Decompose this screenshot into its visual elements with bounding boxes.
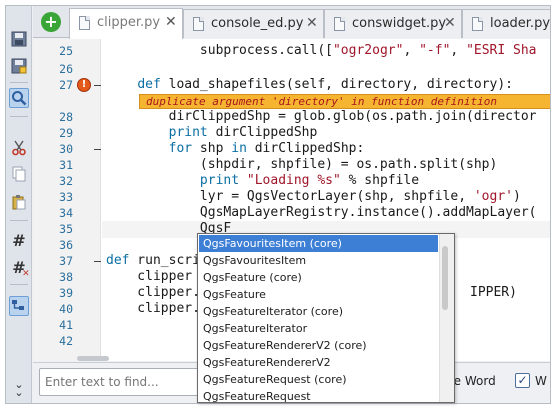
completion-scrollbar-thumb[interactable] bbox=[442, 246, 448, 310]
completion-item[interactable]: QgsFeatureIterator (core) bbox=[199, 303, 438, 320]
tab-label: conswidget.py bbox=[352, 16, 447, 31]
close-icon[interactable]: ✕ bbox=[165, 14, 177, 30]
code-line-25: subprocess.call(["ogr2ogr", "-f", "ESRI … bbox=[106, 43, 537, 58]
tab-label: clipper.py bbox=[97, 15, 161, 30]
tab-label: console_ed.py bbox=[211, 16, 304, 31]
completion-item[interactable]: QgsFeatureRendererV2 bbox=[199, 354, 438, 371]
python-file-icon bbox=[334, 17, 345, 31]
line-number: 42 bbox=[59, 334, 73, 348]
line-number: 31 bbox=[59, 158, 73, 172]
tab-clipper[interactable]: clipper.py ✕ bbox=[69, 8, 183, 39]
completion-item[interactable]: QgsFavouritesItem bbox=[199, 252, 438, 269]
uncomment-icon[interactable]: # ✕ bbox=[9, 257, 29, 279]
completion-item[interactable]: QgsFavouritesItem (core) bbox=[199, 235, 438, 252]
line-number: 41 bbox=[59, 318, 73, 332]
fold-marker[interactable] bbox=[94, 261, 101, 262]
paste-icon[interactable] bbox=[9, 192, 29, 212]
error-message-banner: duplicate argument 'directory' in functi… bbox=[139, 94, 550, 109]
line-number: 27 bbox=[59, 78, 73, 92]
close-icon[interactable]: ✕ bbox=[444, 15, 456, 31]
code-line-30: for shp in dirClippedShp: bbox=[168, 141, 365, 156]
save-as-icon[interactable] bbox=[9, 56, 29, 76]
line-number: 34 bbox=[59, 206, 73, 220]
fold-marker[interactable] bbox=[94, 149, 101, 150]
python-file-icon bbox=[79, 16, 90, 30]
wrap-label[interactable]: W bbox=[535, 374, 547, 388]
error-marker-icon[interactable]: ! bbox=[77, 78, 91, 92]
autocomplete-popup: QgsFavouritesItem (core) QgsFavouritesIt… bbox=[197, 233, 455, 403]
completion-item[interactable]: QgsFeatureRequest (core) bbox=[199, 371, 438, 388]
line-number: 32 bbox=[59, 174, 73, 188]
line-number: 25 bbox=[59, 44, 73, 58]
horizontal-scrollbar[interactable] bbox=[77, 356, 109, 361]
line-number: 36 bbox=[59, 238, 73, 252]
tab-label: loader.py bbox=[490, 16, 551, 31]
wrap-checkbox[interactable]: ✓ bbox=[515, 373, 530, 388]
completion-item[interactable]: QgsFeatureRendererV2 (core) bbox=[199, 337, 438, 354]
line-number: 26 bbox=[59, 62, 73, 76]
code-line-29: print dirClippedShp bbox=[168, 125, 318, 140]
save-icon[interactable] bbox=[9, 29, 29, 49]
code-line-32: print "Loading %s" % shpfile bbox=[199, 173, 420, 188]
completion-item[interactable]: QgsFeatureIterator bbox=[199, 320, 438, 337]
expand-icon[interactable]: ⌄ ⌄ bbox=[9, 379, 29, 399]
line-number: 40 bbox=[59, 302, 73, 316]
code-line-31: (shpdir, shpfile) = os.path.split(shp) bbox=[106, 157, 498, 172]
find-input[interactable] bbox=[39, 368, 201, 396]
completion-item[interactable]: QgsFeature (core) bbox=[199, 269, 438, 286]
object-inspector-icon[interactable] bbox=[9, 296, 29, 316]
code-line-39: clipper. bbox=[106, 285, 200, 300]
copy-icon[interactable] bbox=[9, 164, 29, 184]
tab-conswidget[interactable]: conswidget.py ✕ bbox=[324, 9, 462, 38]
line-number: 35 bbox=[59, 222, 73, 236]
tab-loader[interactable]: loader.py bbox=[462, 9, 551, 38]
line-number: 39 bbox=[59, 286, 73, 300]
code-line-39-tail: IPPER) bbox=[470, 285, 517, 300]
line-number-gutter: 25 26 27 28 29 30 31 32 33 34 35 36 37 3… bbox=[33, 39, 101, 361]
line-number: 30 bbox=[59, 142, 73, 156]
python-file-icon bbox=[193, 17, 204, 31]
comment-icon[interactable]: # bbox=[9, 230, 29, 250]
python-file-icon bbox=[472, 17, 483, 31]
search-icon[interactable] bbox=[9, 88, 29, 108]
tab-console-ed[interactable]: console_ed.py ✕ bbox=[183, 9, 324, 38]
editor-toolbar: # # ✕ ⌄ ⌄ bbox=[6, 6, 32, 403]
code-line-37: def run_scri bbox=[106, 253, 200, 268]
tab-bar: + clipper.py ✕ console_ed.py ✕ conswidge… bbox=[33, 6, 551, 39]
completion-item[interactable]: QgsFeatureRequest bbox=[199, 388, 438, 402]
completion-item[interactable]: QgsFeature bbox=[199, 286, 438, 303]
code-line-28: dirClippedShp = glob.glob(os.path.join(d… bbox=[106, 109, 537, 124]
line-number: 38 bbox=[59, 270, 73, 284]
fold-marker[interactable] bbox=[94, 85, 101, 86]
line-number: 37 bbox=[59, 254, 73, 268]
code-line-27: def load_shapefiles(self, directory, dir… bbox=[137, 77, 514, 92]
code-line-40: clipper. bbox=[106, 301, 200, 316]
close-icon[interactable]: ✕ bbox=[306, 15, 318, 31]
code-line-34: QgsMapLayerRegistry.instance().addMapLay… bbox=[106, 205, 537, 220]
code-line-38: clipper bbox=[106, 269, 193, 284]
line-number: 33 bbox=[59, 190, 73, 204]
code-line-33: lyr = QgsVectorLayer(shp, shpfile, 'ogr'… bbox=[106, 189, 521, 204]
add-tab-icon[interactable]: + bbox=[41, 12, 61, 32]
line-number: 28 bbox=[59, 110, 73, 124]
line-number: 29 bbox=[59, 126, 73, 140]
cut-icon[interactable] bbox=[9, 138, 29, 158]
